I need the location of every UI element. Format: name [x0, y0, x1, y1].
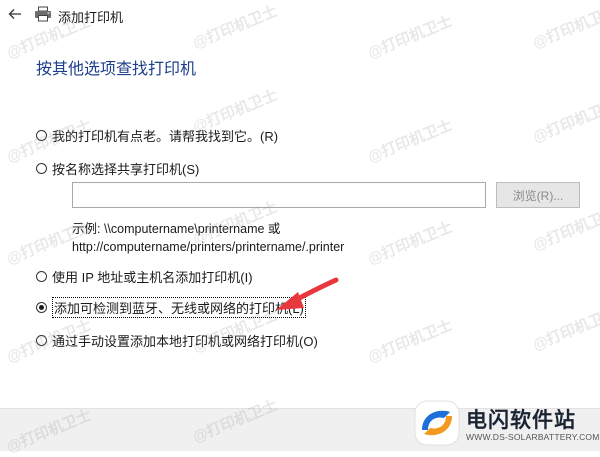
watermark: @打印机卫士 [530, 204, 600, 255]
red-arrow-icon [276, 277, 339, 310]
option-shared-printer-label[interactable]: 按名称选择共享打印机(S) [52, 159, 199, 178]
printer-name-input[interactable] [72, 182, 486, 208]
radio-manual-setup[interactable] [36, 335, 47, 346]
watermark: @打印机卫士 [530, 96, 600, 147]
brand-logo-icon [414, 400, 460, 446]
example-line-1: 示例: \\computername\printername 或 [72, 222, 281, 236]
watermark: @打印机卫士 [365, 218, 455, 269]
brand-site: WWW.DS-SOLARBATTERY.COM [466, 432, 600, 442]
example-text: 示例: \\computername\printername 或 http://… [72, 220, 344, 256]
option-manual-setup[interactable]: 通过手动设置添加本地打印机或网络打印机(O) [36, 331, 318, 350]
window-titlebar: 添加打印机 [0, 0, 600, 32]
option-old-printer-label[interactable]: 我的打印机有点老。请帮我找到它。(R) [52, 126, 278, 145]
option-ip-address-label[interactable]: 使用 IP 地址或主机名添加打印机(I) [52, 267, 253, 286]
brand-logo: 电闪软件站 WWW.DS-SOLARBATTERY.COM [412, 398, 600, 450]
option-ip-address[interactable]: 使用 IP 地址或主机名添加打印机(I) [36, 267, 253, 286]
option-bluetooth-wireless[interactable]: 添加可检测到蓝牙、无线或网络的打印机(L) [36, 297, 306, 318]
radio-shared-printer[interactable] [36, 163, 47, 174]
radio-ip-address[interactable] [36, 271, 47, 282]
radio-bluetooth-wireless[interactable] [36, 302, 47, 313]
page-heading: 按其他选项查找打印机 [36, 61, 197, 78]
option-bluetooth-wireless-label[interactable]: 添加可检测到蓝牙、无线或网络的打印机(L) [52, 297, 306, 318]
option-old-printer[interactable]: 我的打印机有点老。请帮我找到它。(R) [36, 126, 278, 145]
option-manual-setup-label[interactable]: 通过手动设置添加本地打印机或网络打印机(O) [52, 331, 318, 350]
example-line-2: http://computername/printers/printername… [72, 240, 345, 254]
radio-old-printer[interactable] [36, 130, 47, 141]
watermark: @打印机卫士 [365, 116, 455, 167]
printer-icon [35, 6, 51, 22]
brand-name: 电闪软件站 [466, 409, 576, 432]
option-shared-printer[interactable]: 按名称选择共享打印机(S) [36, 159, 199, 178]
back-arrow-icon[interactable] [7, 6, 23, 22]
window-title: 添加打印机 [58, 10, 124, 25]
watermark: @打印机卫士 [530, 304, 600, 355]
browse-button[interactable]: 浏览(R)... [496, 182, 580, 208]
watermark: @打印机卫士 [365, 316, 455, 367]
